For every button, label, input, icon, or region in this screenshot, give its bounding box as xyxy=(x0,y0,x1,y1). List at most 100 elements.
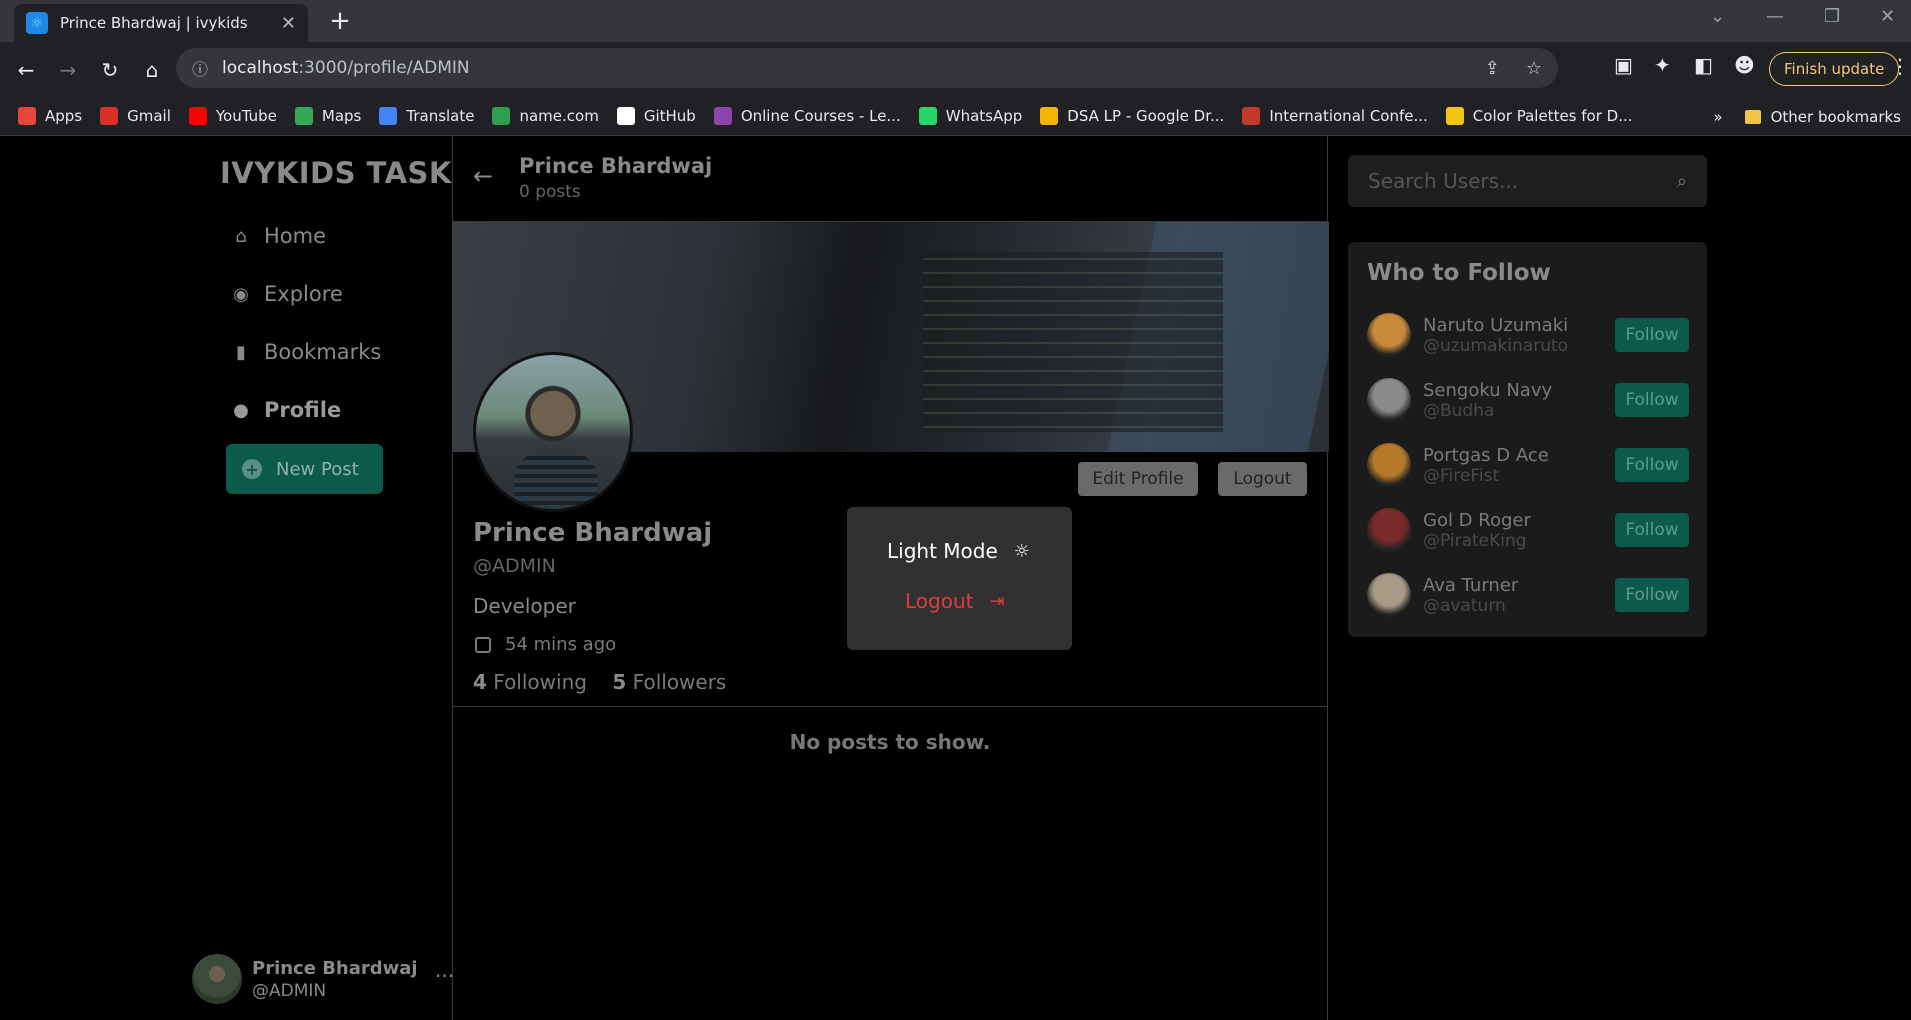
chevron-double-right-icon[interactable]: » xyxy=(1713,108,1722,126)
popup-logout-button[interactable]: Logout ⇥ xyxy=(905,589,1005,613)
translate-icon xyxy=(379,107,398,125)
bookmark-item[interactable]: Online Courses - Le... xyxy=(713,107,901,125)
app-logo[interactable]: IVYKIDS TASK xyxy=(220,156,452,190)
url-host: localhost xyxy=(222,58,299,78)
post-count: 0 posts xyxy=(519,182,581,202)
bookmark-item[interactable]: name.com xyxy=(492,107,599,125)
nav-label: Home xyxy=(264,224,327,248)
bookmark-item[interactable]: International Confe... xyxy=(1242,107,1428,125)
search-icon[interactable]: ⌕ xyxy=(1677,171,1687,192)
whatsapp-icon xyxy=(918,107,937,125)
follow-button[interactable]: Follow xyxy=(1615,383,1689,417)
bookmark-item[interactable]: Apps xyxy=(18,107,82,125)
react-favicon-icon: ⚛ xyxy=(26,12,48,34)
restore-icon[interactable]: ❐ xyxy=(1824,6,1840,27)
light-mode-label: Light Mode xyxy=(887,539,998,563)
follow-suggestion[interactable]: Naruto Uzumaki @uzumakinaruto Follow xyxy=(1367,312,1689,358)
bookmark-icon: ▮ xyxy=(236,341,246,363)
bookmark-item[interactable]: WhatsApp xyxy=(918,107,1022,125)
finish-update-button[interactable]: Finish update xyxy=(1769,52,1900,86)
tab-close-icon[interactable]: ✕ xyxy=(281,13,296,34)
other-bookmarks[interactable]: Other bookmarks xyxy=(1771,108,1901,126)
bookmark-item[interactable]: Maps xyxy=(294,107,362,125)
followers-count: 5 xyxy=(612,670,627,694)
divider xyxy=(453,706,1327,707)
nav-label: Profile xyxy=(264,398,342,422)
left-sidebar: IVYKIDS TASK ⌂ Home ◉ Explore ▮ Bookmark… xyxy=(180,136,454,1020)
bookmark-item[interactable]: Translate xyxy=(379,107,474,125)
site-info-icon[interactable]: ⓘ xyxy=(192,56,208,80)
bookmark-label: name.com xyxy=(519,107,599,125)
avatar xyxy=(192,954,242,1004)
calendar-icon xyxy=(475,636,491,653)
bookmark-label: Translate xyxy=(406,107,475,125)
bookmark-label: Maps xyxy=(321,107,362,125)
follow-suggestion[interactable]: Ava Turner @avaturn Follow xyxy=(1367,572,1689,618)
who-to-follow-title: Who to Follow xyxy=(1367,260,1551,286)
reload-icon[interactable]: ↻ xyxy=(94,58,126,82)
star-icon[interactable]: ☆ xyxy=(1526,58,1542,79)
palette-icon xyxy=(1445,107,1464,125)
bookmark-label: Gmail xyxy=(127,107,171,125)
avatar xyxy=(1367,573,1411,617)
bookmark-label: GitHub xyxy=(643,107,696,125)
nav-explore[interactable]: ◉ Explore xyxy=(230,282,343,306)
follow-button[interactable]: Follow xyxy=(1615,578,1689,612)
follow-suggestion[interactable]: Sengoku Navy @Budha Follow xyxy=(1367,377,1689,423)
share-icon[interactable]: ⇪ xyxy=(1485,58,1500,79)
puzzle-icon[interactable]: ✦ xyxy=(1654,53,1671,77)
who-to-follow-panel: Who to Follow Naruto Uzumaki @uzumakinaru… xyxy=(1348,242,1707,637)
new-post-button[interactable]: + New Post xyxy=(226,444,383,494)
browser-tab-strip: ⚛ Prince Bhardwaj | ivykids ✕ + ⌄ — ❐ ✕ xyxy=(0,0,1911,42)
profile-header: ← Prince Bhardwaj 0 posts xyxy=(453,136,1327,222)
suggestion-handle: @Budha xyxy=(1423,400,1495,421)
follow-button[interactable]: Follow xyxy=(1615,448,1689,482)
back-icon[interactable]: ← xyxy=(10,58,42,82)
followers-link[interactable]: 5 Followers xyxy=(612,670,726,694)
light-mode-toggle[interactable]: Light Mode ☼ xyxy=(887,539,1030,563)
window-close-icon[interactable]: ✕ xyxy=(1880,6,1895,27)
forward-icon[interactable]: → xyxy=(52,58,84,82)
bookmark-item[interactable]: Color Palettes for D... xyxy=(1445,107,1633,125)
avatar xyxy=(1367,378,1411,422)
profile-handle: @ADMIN xyxy=(473,555,556,577)
empty-state: No posts to show. xyxy=(789,730,991,754)
back-arrow-icon[interactable]: ← xyxy=(473,162,493,190)
suggestion-name: Gol D Roger xyxy=(1423,509,1531,531)
bookmark-item[interactable]: YouTube xyxy=(188,107,277,125)
tab-search-icon[interactable]: ⌄ xyxy=(1710,6,1725,27)
browser-tab[interactable]: ⚛ Prince Bhardwaj | ivykids ✕ xyxy=(14,4,308,42)
nav-label: Explore xyxy=(264,282,343,306)
sun-icon: ☼ xyxy=(1013,540,1030,562)
joined-date: 54 mins ago xyxy=(473,634,616,655)
bookmark-item[interactable]: GitHub xyxy=(616,107,696,125)
new-tab-icon[interactable]: + xyxy=(324,6,356,36)
home-browser-icon[interactable]: ⌂ xyxy=(136,58,168,82)
follow-button[interactable]: Follow xyxy=(1615,318,1689,352)
search-input[interactable]: Search Users... ⌕ xyxy=(1348,155,1707,207)
side-panel-icon[interactable]: ◧ xyxy=(1694,53,1713,77)
follow-button[interactable]: Follow xyxy=(1615,513,1689,547)
bookmark-item[interactable]: DSA LP - Google Dr... xyxy=(1040,107,1224,125)
extension-icon[interactable]: ▣ xyxy=(1614,53,1633,77)
current-user-card[interactable]: Prince Bhardwaj @ADMIN ··· xyxy=(192,954,454,1004)
minimize-icon[interactable]: — xyxy=(1766,6,1784,27)
nav-bookmarks[interactable]: ▮ Bookmarks xyxy=(230,340,381,364)
logout-button[interactable]: Logout xyxy=(1218,462,1307,496)
bookmark-item[interactable]: Gmail xyxy=(100,107,171,125)
following-label: Following xyxy=(493,670,587,694)
followers-label: Followers xyxy=(632,670,727,694)
avatar xyxy=(1367,313,1411,357)
profile-browser-icon[interactable]: ☻ xyxy=(1734,53,1755,77)
edit-profile-button[interactable]: Edit Profile xyxy=(1078,462,1198,496)
follow-suggestion[interactable]: Portgas D Ace @FireFist Follow xyxy=(1367,442,1689,488)
browser-menu-icon[interactable]: ⋮ xyxy=(1890,54,1910,78)
following-link[interactable]: 4 Following xyxy=(473,670,587,694)
nav-home[interactable]: ⌂ Home xyxy=(230,224,326,248)
address-bar[interactable]: ⓘ localhost :3000/profile/ADMIN ⇪ ☆ xyxy=(176,48,1558,88)
apps-grid-icon xyxy=(18,107,36,125)
nav-profile[interactable]: ● Profile xyxy=(230,398,341,422)
follow-suggestion[interactable]: Gol D Roger @PirateKing Follow xyxy=(1367,507,1689,553)
user-menu-popup: Light Mode ☼ Logout ⇥ xyxy=(847,507,1072,650)
namecom-icon xyxy=(492,107,511,125)
